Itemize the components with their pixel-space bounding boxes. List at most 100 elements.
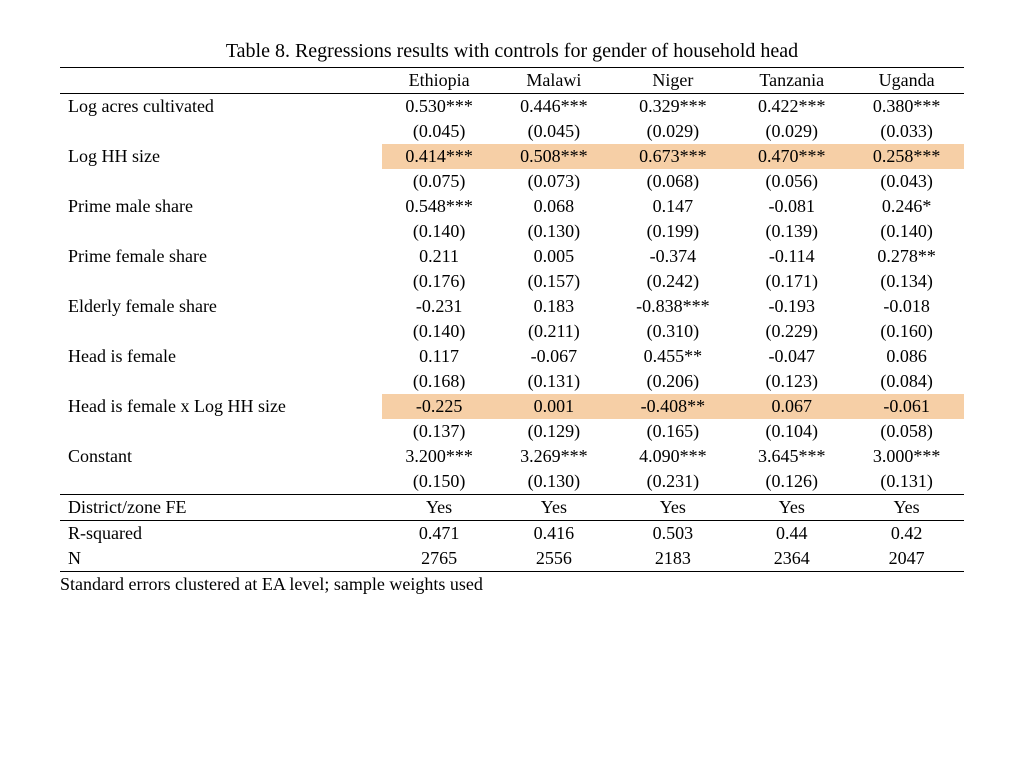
se-cell: (0.029) — [611, 119, 734, 144]
se-cell: (0.056) — [734, 169, 849, 194]
se-cell: (0.134) — [849, 269, 964, 294]
row-label-blank — [60, 119, 382, 144]
se-cell: (0.084) — [849, 369, 964, 394]
se-cell: (0.123) — [734, 369, 849, 394]
coef-cell: 0.086 — [849, 344, 964, 369]
footer-cell: 0.471 — [382, 521, 497, 547]
footer-cell: Yes — [496, 495, 611, 521]
row-label-blank — [60, 319, 382, 344]
se-cell: (0.199) — [611, 219, 734, 244]
coef-cell: 0.067 — [734, 394, 849, 419]
coef-cell: -0.225 — [382, 394, 497, 419]
coef-cell: -0.081 — [734, 194, 849, 219]
coef-cell: 3.000*** — [849, 444, 964, 469]
coef-cell: 0.329*** — [611, 94, 734, 120]
row-label-blank — [60, 419, 382, 444]
regression-table: EthiopiaMalawiNigerTanzaniaUgandaLog acr… — [60, 67, 964, 572]
coef-cell: 0.380*** — [849, 94, 964, 120]
coef-cell: 0.001 — [496, 394, 611, 419]
col-header: Malawi — [496, 68, 611, 94]
footer-cell: Yes — [849, 495, 964, 521]
row-label-blank — [60, 469, 382, 495]
row-label: Log acres cultivated — [60, 94, 382, 120]
se-cell: (0.130) — [496, 219, 611, 244]
se-cell: (0.168) — [382, 369, 497, 394]
footer-cell: 2556 — [496, 546, 611, 572]
coef-cell: 0.548*** — [382, 194, 497, 219]
coef-cell: 0.278** — [849, 244, 964, 269]
footer-label: N — [60, 546, 382, 572]
se-cell: (0.043) — [849, 169, 964, 194]
coef-cell: 0.005 — [496, 244, 611, 269]
row-label: Constant — [60, 444, 382, 469]
coef-cell: 0.455** — [611, 344, 734, 369]
se-cell: (0.242) — [611, 269, 734, 294]
coef-cell: -0.838*** — [611, 294, 734, 319]
se-cell: (0.045) — [382, 119, 497, 144]
se-cell: (0.130) — [496, 469, 611, 495]
row-label: Elderly female share — [60, 294, 382, 319]
se-cell: (0.126) — [734, 469, 849, 495]
footer-cell: Yes — [734, 495, 849, 521]
coef-cell: 3.269*** — [496, 444, 611, 469]
coef-cell: 4.090*** — [611, 444, 734, 469]
footer-cell: 2765 — [382, 546, 497, 572]
row-label: Head is female — [60, 344, 382, 369]
footer-cell: 2047 — [849, 546, 964, 572]
footer-cell: Yes — [611, 495, 734, 521]
coef-cell: -0.193 — [734, 294, 849, 319]
coef-cell: -0.374 — [611, 244, 734, 269]
col-header: Uganda — [849, 68, 964, 94]
row-label-blank — [60, 369, 382, 394]
coef-cell: 0.258*** — [849, 144, 964, 169]
se-cell: (0.231) — [611, 469, 734, 495]
row-label: Head is female x Log HH size — [60, 394, 382, 419]
coef-cell: 0.211 — [382, 244, 497, 269]
se-cell: (0.176) — [382, 269, 497, 294]
coef-cell: 0.414*** — [382, 144, 497, 169]
footer-label: District/zone FE — [60, 495, 382, 521]
table-footnote: Standard errors clustered at EA level; s… — [60, 574, 964, 595]
se-cell: (0.029) — [734, 119, 849, 144]
se-cell: (0.157) — [496, 269, 611, 294]
coef-cell: 0.446*** — [496, 94, 611, 120]
row-label-blank — [60, 169, 382, 194]
se-cell: (0.139) — [734, 219, 849, 244]
footer-label: R-squared — [60, 521, 382, 547]
coef-cell: 0.183 — [496, 294, 611, 319]
footer-cell: 0.416 — [496, 521, 611, 547]
se-cell: (0.150) — [382, 469, 497, 495]
se-cell: (0.033) — [849, 119, 964, 144]
coef-cell: -0.047 — [734, 344, 849, 369]
footer-cell: 2364 — [734, 546, 849, 572]
coef-cell: 0.508*** — [496, 144, 611, 169]
se-cell: (0.140) — [849, 219, 964, 244]
table-title: Table 8. Regressions results with contro… — [60, 40, 964, 63]
coef-cell: 0.470*** — [734, 144, 849, 169]
se-cell: (0.137) — [382, 419, 497, 444]
se-cell: (0.068) — [611, 169, 734, 194]
se-cell: (0.129) — [496, 419, 611, 444]
footer-cell: 0.42 — [849, 521, 964, 547]
coef-cell: -0.067 — [496, 344, 611, 369]
row-label: Prime female share — [60, 244, 382, 269]
col-header: Niger — [611, 68, 734, 94]
se-cell: (0.229) — [734, 319, 849, 344]
col-header: Ethiopia — [382, 68, 497, 94]
se-cell: (0.131) — [496, 369, 611, 394]
se-cell: (0.211) — [496, 319, 611, 344]
coef-cell: 0.147 — [611, 194, 734, 219]
header-blank — [60, 68, 382, 94]
coef-cell: 0.530*** — [382, 94, 497, 120]
footer-cell: Yes — [382, 495, 497, 521]
row-label: Log HH size — [60, 144, 382, 169]
row-label-blank — [60, 219, 382, 244]
coef-cell: -0.018 — [849, 294, 964, 319]
se-cell: (0.131) — [849, 469, 964, 495]
coef-cell: -0.231 — [382, 294, 497, 319]
coef-cell: -0.061 — [849, 394, 964, 419]
se-cell: (0.058) — [849, 419, 964, 444]
se-cell: (0.075) — [382, 169, 497, 194]
se-cell: (0.206) — [611, 369, 734, 394]
se-cell: (0.165) — [611, 419, 734, 444]
